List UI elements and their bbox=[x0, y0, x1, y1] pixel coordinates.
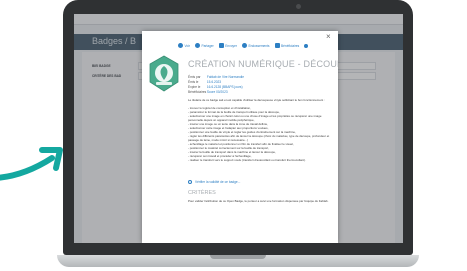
share-icon bbox=[195, 43, 200, 48]
send-button-label: Envoyer bbox=[225, 43, 237, 48]
criteria-title: CRITÈRES bbox=[188, 190, 216, 196]
list-item: - régler les différents paramètres afin … bbox=[188, 134, 330, 142]
verify-badge-link[interactable]: Vérifier la validité de ce badge... bbox=[188, 180, 240, 184]
users-icon bbox=[274, 43, 280, 48]
meta-row-issuer: Émis par Fablab de Vire Normandie bbox=[188, 75, 328, 79]
more-options-icon[interactable] bbox=[304, 43, 309, 48]
recipients-button[interactable]: Bénéficiaires bbox=[274, 43, 300, 48]
camera-icon bbox=[296, 4, 301, 9]
meta-value: 15.6.2023 bbox=[206, 80, 222, 84]
view-button[interactable]: Voir bbox=[178, 43, 190, 48]
close-button[interactable]: × bbox=[326, 33, 331, 41]
laptop-screen: Badges / B BIEI BADGE CRITÈRE DES BAD × … bbox=[74, 14, 403, 243]
meta-value: 16.6.2128 (BBAPS jours) bbox=[206, 85, 243, 89]
modal-action-bar: Voir Partager Envoyer Endossements Bénéf… bbox=[178, 43, 309, 48]
verify-badge-label: Vérifier la validité de ce badge... bbox=[195, 180, 241, 184]
description-list: - trouver le logiciel de conception et d… bbox=[188, 106, 330, 162]
meta-row-expires: Expire le 16.6.2128 (BBAPS jours) bbox=[188, 85, 328, 89]
eye-icon bbox=[178, 43, 183, 48]
badge-description: Le titulaire de ce badge sait et est cap… bbox=[188, 98, 330, 162]
send-button[interactable]: Envoyer bbox=[218, 43, 237, 48]
meta-key: Expire le bbox=[188, 85, 201, 89]
view-button-label: Voir bbox=[184, 43, 191, 48]
laptop-notch bbox=[210, 255, 266, 259]
meta-row-issued: Émis le 15.6.2023 bbox=[188, 80, 328, 84]
list-item: - sélectionner une image en choisir celu… bbox=[188, 114, 322, 122]
meta-key: Émis le bbox=[188, 80, 199, 84]
issuer-link[interactable]: Fablab de Vire Normandie bbox=[207, 75, 244, 79]
badge-detail-modal: × Voir Partager Envoyer Endossements Bén… bbox=[142, 31, 338, 243]
handshake-icon bbox=[241, 43, 247, 48]
list-item: - réaliser le transfert vers le support … bbox=[188, 158, 306, 162]
meta-value: Score 00/2023 bbox=[206, 90, 228, 94]
meta-key: Émis par bbox=[188, 75, 201, 79]
criteria-text: Pour valider l'attribution de ce Open Ba… bbox=[188, 199, 329, 203]
endorsements-button-label: Endossements bbox=[248, 43, 270, 48]
search-icon bbox=[188, 180, 192, 184]
meta-key: Bénéficiaires bbox=[188, 90, 207, 94]
recipients-button-label: Bénéficiaires bbox=[281, 43, 300, 48]
share-button-label: Partager bbox=[201, 43, 214, 48]
badge-title: CRÉATION NUMÉRIQUE - DÉCOUPEUSE VINYLE bbox=[188, 59, 338, 69]
share-button[interactable]: Partager bbox=[195, 43, 214, 48]
endorsements-button[interactable]: Endossements bbox=[241, 43, 270, 48]
description-intro: Le titulaire de ce badge sait et est cap… bbox=[188, 98, 325, 102]
meta-row-recipients: Bénéficiaires Score 00/2023 bbox=[188, 90, 328, 94]
folder-icon bbox=[218, 43, 224, 48]
badge-emblem-icon bbox=[149, 55, 179, 92]
